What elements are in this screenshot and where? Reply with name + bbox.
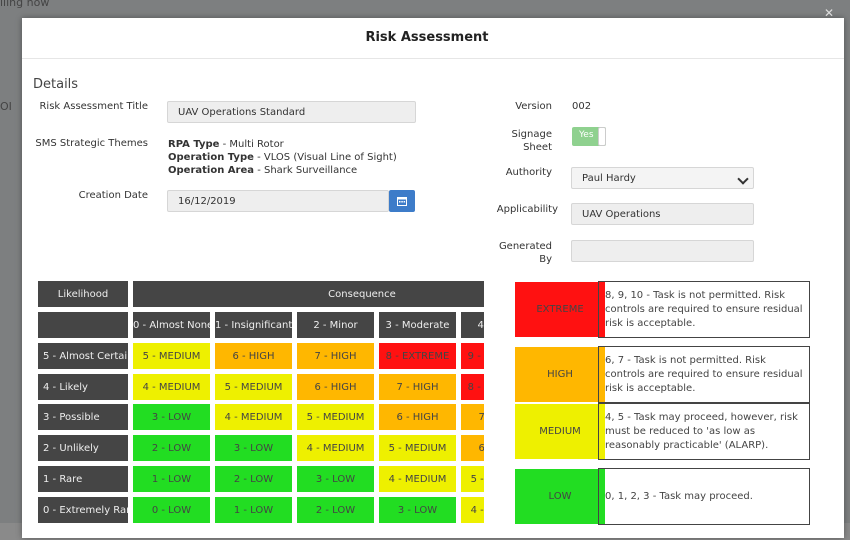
version-label: Version	[515, 101, 552, 112]
legend-level-low: LOW	[515, 469, 605, 524]
matrix-cell-extreme: 8 - EXTREME	[378, 342, 457, 370]
likelihood-row-label: 2 - Unlikely	[37, 434, 129, 463]
consequence-column-header: 3 - Moderate	[378, 311, 457, 339]
risk-assessment-title-input[interactable]: UAV Operations Standard	[167, 101, 416, 123]
matrix-cell-high: 7 - HIGH	[296, 342, 375, 370]
matrix-cell-medium: 4 - MEDIUM	[214, 403, 293, 432]
matrix-cell-high: 6 - HIGH	[214, 342, 293, 370]
risk-assessment-title-label: Risk Assessment Title	[39, 101, 148, 112]
likelihood-row-label: 0 - Extremely Rare	[37, 495, 129, 524]
matrix-cell-medium: 5 - MEDIUM	[296, 403, 375, 432]
calendar-icon	[397, 197, 407, 206]
likelihood-row-label: 5 - Almost Certain	[37, 342, 129, 370]
legend-level-medium: MEDIUM	[515, 404, 605, 459]
matrix-cell-low: 0 - LOW	[132, 495, 211, 524]
sms-themes-list: RPA Type - Multi Rotor Operation Type - …	[168, 138, 397, 177]
consequence-header: Consequence	[132, 280, 484, 308]
legend-description-low: 0, 1, 2, 3 - Task may proceed.	[598, 468, 810, 525]
background-text-left: OI	[0, 100, 12, 113]
matrix-cell-low: 3 - LOW	[214, 434, 293, 463]
matrix-corner-cell	[37, 311, 129, 339]
section-title: Details	[33, 77, 79, 92]
sms-theme-operation-type: Operation Type - VLOS (Visual Line of Si…	[168, 152, 397, 163]
likelihood-header: Likelihood	[37, 280, 129, 308]
likelihood-row-label: 4 - Likely	[37, 372, 129, 401]
chevron-down-icon	[737, 173, 749, 185]
likelihood-row-label: 3 - Possible	[37, 403, 129, 432]
matrix-cell-medium: 5 - MEDIUM	[460, 464, 484, 493]
creation-date-label: Creation Date	[78, 190, 148, 201]
risk-matrix: Likelihood Consequence 0 - Almost None 1 - …	[37, 280, 484, 540]
matrix-cell-medium: 4 - MEDIUM	[378, 464, 457, 493]
sms-themes-label: SMS Strategic Themes	[35, 138, 148, 149]
matrix-cell-low: 3 - LOW	[296, 464, 375, 493]
version-value: 002	[572, 101, 592, 112]
legend-description-medium: 4, 5 - Task may proceed, however, risk m…	[598, 403, 810, 460]
legend-level-extreme: EXTREME	[515, 282, 605, 337]
matrix-cell-low: 1 - LOW	[132, 464, 211, 493]
legend-description-high: 6, 7 - Task is not permitted. Risk contr…	[598, 346, 810, 403]
matrix-cell-low: 2 - LOW	[296, 495, 375, 524]
modal-title: Risk Assessment	[365, 30, 489, 45]
divider	[22, 58, 844, 59]
applicability-input[interactable]: UAV Operations	[571, 203, 754, 225]
matrix-cell-high: 6 - HIGH	[378, 403, 457, 432]
matrix-cell-low: 2 - LOW	[132, 434, 211, 463]
consequence-column-header: 2 - Minor	[296, 311, 375, 339]
matrix-cell-extreme: 9 - EXTREME	[460, 342, 484, 370]
applicability-label: Applicability	[496, 204, 558, 215]
matrix-cell-high: 7 - HIGH	[378, 372, 457, 401]
creation-date-input[interactable]: 16/12/2019	[167, 190, 389, 212]
matrix-cell-medium: 4 - MEDIUM	[296, 434, 375, 463]
toggle-label: Yes	[579, 130, 594, 140]
matrix-cell-high: 6 - HIGH	[460, 434, 484, 463]
calendar-button[interactable]	[389, 190, 415, 212]
consequence-column-header: 0 - Almost None	[132, 311, 211, 339]
consequence-column-header: 4 - Major	[460, 311, 484, 339]
matrix-cell-medium: 4 - MEDIUM	[460, 495, 484, 524]
matrix-cell-extreme: 8 - EXTREME	[460, 372, 484, 401]
matrix-cell-low: 2 - LOW	[214, 464, 293, 493]
signage-sheet-label: Signage Sheet	[511, 129, 552, 153]
matrix-cell-low: 1 - LOW	[214, 495, 293, 524]
toggle-knob	[598, 127, 606, 146]
close-icon[interactable]: ✕	[824, 6, 834, 20]
generated-by-label: Generated By	[498, 241, 552, 265]
matrix-cell-medium: 5 - MEDIUM	[132, 342, 211, 370]
signage-sheet-toggle[interactable]: Yes	[572, 127, 606, 146]
sms-theme-rpa-type: RPA Type - Multi Rotor	[168, 139, 284, 150]
background-text: lling now	[0, 0, 50, 9]
likelihood-row-label: 1 - Rare	[37, 464, 129, 493]
legend-level-high: HIGH	[515, 347, 605, 402]
consequence-column-header: 1 - Insignificant	[214, 311, 293, 339]
matrix-cell-low: 3 - LOW	[132, 403, 211, 432]
authority-selected-value: Paul Hardy	[582, 173, 636, 184]
authority-label: Authority	[505, 167, 552, 178]
matrix-cell-medium: 4 - MEDIUM	[132, 372, 211, 401]
matrix-cell-low: 3 - LOW	[378, 495, 457, 524]
risk-assessment-modal: ✕ Risk Assessment Details Risk Assessmen…	[22, 6, 844, 540]
matrix-cell-high: 7 - HIGH	[460, 403, 484, 432]
generated-by-input[interactable]	[571, 240, 754, 262]
sms-theme-operation-area: Operation Area - Shark Surveillance	[168, 165, 358, 176]
authority-select[interactable]: Paul Hardy	[571, 167, 754, 189]
matrix-cell-medium: 5 - MEDIUM	[214, 372, 293, 401]
legend-description-extreme: 8, 9, 10 - Task is not permitted. Risk c…	[598, 281, 810, 338]
matrix-cell-high: 6 - HIGH	[296, 372, 375, 401]
matrix-cell-medium: 5 - MEDIUM	[378, 434, 457, 463]
